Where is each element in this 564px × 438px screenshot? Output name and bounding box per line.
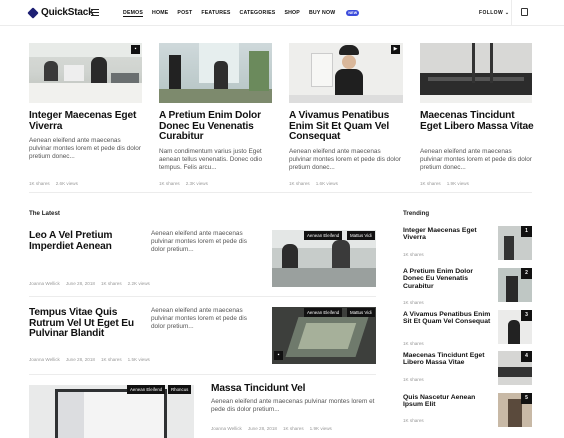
view-count: 2.3K views	[185, 181, 208, 186]
trending-rank: 1	[521, 226, 532, 237]
section-heading: Trending	[403, 210, 430, 217]
new-badge: NEW	[346, 9, 360, 16]
view-count: 1.9K views	[309, 426, 332, 431]
site-header: QuickStack DEMOS HOME POST FEATURES CATE…	[0, 0, 564, 26]
category-tag[interactable]: Aenean Eleifend	[127, 385, 166, 394]
post-excerpt: Aenean eleifend ante maecenas pulvinar m…	[151, 230, 247, 254]
post-title[interactable]: Massa Tincidunt Vel	[211, 383, 371, 395]
category-tag[interactable]: Aenean Eleifend	[304, 231, 343, 240]
category-tag[interactable]: Mattus Vidi	[347, 308, 375, 317]
post-meta: 1K shares 1.9K views	[420, 181, 475, 186]
post-excerpt: Aenean eleifend ante maecenas pulvinar m…	[420, 148, 532, 172]
post-meta: 1K shares 2.3K views	[159, 181, 214, 186]
divider	[29, 374, 376, 375]
post-meta: Joanna Wellick June 28, 2018 1K shares 2.2K…	[29, 281, 156, 286]
trending-rank: 5	[521, 393, 532, 404]
post-title[interactable]: Leo A Vel Pretium Imperdiet Aenean	[29, 230, 144, 252]
trending-title[interactable]: Quis Nascetur Aenean Ipsum Elit	[403, 394, 491, 409]
category-tag[interactable]: Mattus Vidi	[347, 231, 375, 240]
follow-button[interactable]: FOLLOW ⌄	[479, 10, 509, 16]
main-nav: DEMOS HOME POST FEATURES CATEGORIES SHOP…	[123, 9, 377, 17]
section-heading: The Latest	[29, 210, 60, 217]
post-excerpt: Aenean eleifend ante maecenas pulvinar m…	[29, 137, 141, 161]
post-date: June 28, 2018	[65, 281, 95, 286]
site-logo[interactable]: QuickStack	[27, 6, 94, 19]
nav-demos[interactable]: DEMOS	[123, 10, 144, 17]
post-meta: Joanna Wellick June 28, 2018 1K shares 1.5K…	[29, 357, 156, 362]
share-count: 1K shares	[29, 181, 50, 186]
camera-icon: ▪	[131, 45, 140, 54]
post-image[interactable]	[289, 43, 403, 103]
logo-mark-icon	[27, 6, 39, 19]
share-count: 1K shares	[403, 300, 424, 305]
post-excerpt: Nam condimentum varius justo Eget aenean…	[159, 148, 263, 172]
share-count: 1K shares	[403, 341, 424, 346]
camera-icon: ▪	[274, 351, 283, 360]
view-count: 1.9K views	[446, 181, 469, 186]
share-count: 1K shares	[100, 357, 122, 362]
view-count: 2.2K views	[127, 281, 150, 286]
nav-shop[interactable]: SHOP	[284, 10, 300, 17]
post-author[interactable]: Joanna Wellick	[29, 357, 60, 362]
nav-features[interactable]: FEATURES	[201, 10, 230, 17]
category-tag[interactable]: Rhoncus	[168, 385, 192, 394]
post-author[interactable]: Joanna Wellick	[29, 281, 60, 286]
trending-title[interactable]: Integer Maecenas Eget Viverra	[403, 227, 491, 242]
view-count: 2.6K views	[55, 181, 78, 186]
post-date: June 28, 2018	[247, 426, 277, 431]
share-count: 1K shares	[100, 281, 122, 286]
post-title[interactable]: Maecenas Tincidunt Eget Libero Massa Vit…	[420, 110, 536, 132]
share-count: 1K shares	[289, 181, 310, 186]
post-author[interactable]: Joanna Wellick	[211, 426, 242, 431]
post-title[interactable]: Integer Maecenas Eget Viverra	[29, 110, 144, 132]
share-count: 1K shares	[282, 426, 304, 431]
trending-rank: 3	[521, 310, 532, 321]
view-count: 1.5K views	[127, 357, 150, 362]
trending-title[interactable]: A Pretium Enim Dolor Donec Eu Venenatis …	[403, 268, 491, 290]
share-count: 1K shares	[159, 181, 180, 186]
post-image[interactable]	[29, 43, 142, 103]
hamburger-menu-icon[interactable]	[91, 9, 99, 16]
trending-rank: 4	[521, 351, 532, 362]
trending-rank: 2	[521, 268, 532, 279]
post-title[interactable]: Tempus Vitae Quis Rutrum Vel Ut Eget Eu …	[29, 307, 147, 340]
divider	[29, 296, 376, 297]
category-tag[interactable]: Aenean Eleifend	[304, 308, 343, 317]
post-excerpt: Aenean eleifend ante maecenas pulvinar m…	[289, 148, 401, 172]
nav-buy-now[interactable]: BUY NOW NEW	[309, 9, 368, 17]
trending-title[interactable]: A Vivamus Penatibus Enim Sit Et Quam Vel…	[403, 311, 491, 326]
share-count: 1K shares	[420, 181, 441, 186]
share-count: 1K shares	[403, 418, 424, 423]
nav-home[interactable]: HOME	[152, 10, 168, 17]
post-image[interactable]	[159, 43, 272, 103]
post-title[interactable]: A Pretium Enim Dolor Donec Eu Venenatis …	[159, 110, 277, 143]
chevron-down-icon: ⌄	[504, 10, 510, 16]
trending-title[interactable]: Maecenas Tincidunt Eget Libero Massa Vit…	[403, 352, 491, 367]
header-divider	[511, 0, 512, 26]
post-excerpt: Aenean eleifend ante maecenas pulvinar m…	[151, 307, 247, 331]
section-divider	[29, 192, 532, 193]
share-count: 1K shares	[403, 377, 424, 382]
view-count: 1.6K views	[315, 181, 338, 186]
post-image[interactable]	[420, 43, 532, 103]
post-meta: Joanna Wellick June 28, 2018 1K shares 1.9K…	[211, 426, 338, 431]
post-meta: 1K shares 1.6K views	[289, 181, 344, 186]
play-icon: ▶	[391, 45, 400, 54]
post-meta: 1K shares 2.6K views	[29, 181, 84, 186]
shopping-bag-icon[interactable]	[521, 8, 528, 16]
share-count: 1K shares	[403, 252, 424, 257]
post-date: June 28, 2018	[65, 357, 95, 362]
nav-categories[interactable]: CATEGORIES	[240, 10, 276, 17]
nav-post[interactable]: POST	[177, 10, 192, 17]
post-title[interactable]: A Vivamus Penatibus Enim Sit Et Quam Vel…	[289, 110, 407, 143]
post-excerpt: Aenean eleifend ante maecenas pulvinar m…	[211, 398, 375, 414]
